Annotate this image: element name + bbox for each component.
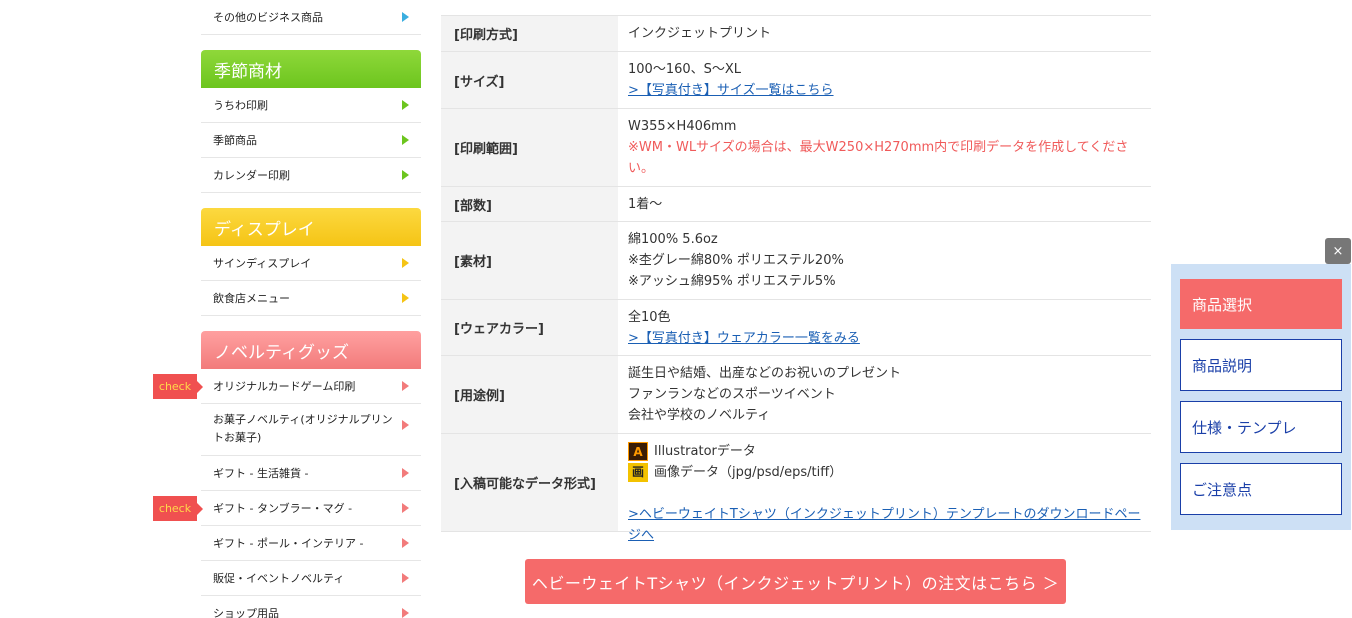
spec-label: [印刷範囲] bbox=[441, 109, 618, 186]
chevron-right-icon bbox=[402, 420, 409, 430]
spec-label: [サイズ] bbox=[441, 52, 618, 108]
sidebar-item-event-novelty[interactable]: 販促・イベントノベルティ bbox=[201, 561, 421, 596]
spec-row-quantity: [部数] 1着〜 bbox=[441, 187, 1151, 222]
spec-line: 綿100% 5.6oz bbox=[628, 232, 718, 247]
spec-label: [入稿可能なデータ形式] bbox=[441, 434, 618, 531]
sidebar-item-label: その他のビジネス商品 bbox=[213, 11, 323, 24]
sidebar-item-label: 販促・イベントノベルティ bbox=[213, 572, 345, 585]
sidebar-item-restaurant-menu[interactable]: 飲食店メニュー bbox=[201, 281, 421, 316]
sidebar-item-label: ギフト - ポール・インテリア - bbox=[213, 537, 364, 550]
sidebar: その他のビジネス商品 季節商材 うちわ印刷 季節商品 カレンダー印刷 ディスプレ… bbox=[153, 0, 421, 618]
sidebar-item-uchiwa[interactable]: うちわ印刷 bbox=[201, 88, 421, 123]
section-heading-seasonal: 季節商材 bbox=[201, 50, 421, 88]
sidebar-item-seasonal-goods[interactable]: 季節商品 bbox=[201, 123, 421, 158]
floating-nav: 商品選択 商品説明 仕様・テンプレ ご注意点 bbox=[1171, 264, 1351, 530]
sidebar-item-gift-tumbler[interactable]: check ギフト - タンブラー・マグ - bbox=[153, 491, 421, 526]
section-heading-novelty: ノベルティグッズ bbox=[201, 331, 421, 369]
chevron-right-icon bbox=[402, 573, 409, 583]
spec-line: ※杢グレー綿80% ポリエステル20% bbox=[628, 253, 844, 268]
template-download-link[interactable]: >ヘビーウェイトTシャツ（インクジェットプリント）テンプレートのダウンロードペー… bbox=[628, 507, 1140, 543]
close-icon[interactable]: × bbox=[1325, 238, 1351, 264]
spec-row-size: [サイズ] 100〜160、S〜XL >【写真付き】サイズ一覧はこちら bbox=[441, 52, 1151, 109]
sidebar-item-label: サインディスプレイ bbox=[213, 257, 312, 270]
sidebar-item-label: ショップ用品 bbox=[213, 607, 279, 618]
spec-line: ※アッシュ綿95% ポリエステル5% bbox=[628, 274, 836, 289]
spec-row-print-method: [印刷方式] インクジェットプリント bbox=[441, 16, 1151, 52]
chevron-right-icon bbox=[402, 503, 409, 513]
spec-row-material: [素材] 綿100% 5.6oz ※杢グレー綿80% ポリエステル20% ※アッ… bbox=[441, 222, 1151, 300]
sidebar-item-label: カレンダー印刷 bbox=[213, 169, 290, 182]
spec-note: ※WM・WLサイズの場合は、最大W250×H270mm内で印刷データを作成してく… bbox=[628, 140, 1129, 176]
sidebar-item-calendar[interactable]: カレンダー印刷 bbox=[201, 158, 421, 193]
order-button[interactable]: ヘビーウェイトTシャツ（インクジェットプリント）の注文はこちら ＞ bbox=[525, 559, 1066, 604]
sidebar-item-label: 季節商品 bbox=[213, 134, 257, 147]
sidebar-item-card-game[interactable]: check オリジナルカードゲーム印刷 bbox=[153, 369, 421, 404]
sidebar-item-gift-interior[interactable]: ギフト - ポール・インテリア - bbox=[201, 526, 421, 561]
nav-notes[interactable]: ご注意点 bbox=[1180, 463, 1342, 515]
spec-line: 誕生日や結婚、出産などのお祝いのプレゼント bbox=[628, 366, 902, 381]
spec-row-print-area: [印刷範囲] W355×H406mm ※WM・WLサイズの場合は、最大W250×… bbox=[441, 109, 1151, 187]
section-heading-display: ディスプレイ bbox=[201, 208, 421, 246]
sidebar-item-other-business[interactable]: その他のビジネス商品 bbox=[201, 0, 421, 35]
format-image: 画像データ（jpg/psd/eps/tiff） bbox=[654, 465, 843, 480]
sidebar-item-sweets-novelty[interactable]: お菓子ノベルティ(オリジナルプリントお菓子) bbox=[201, 404, 421, 456]
sidebar-item-label: ギフト - タンブラー・マグ - bbox=[213, 502, 353, 515]
chevron-right-icon bbox=[402, 100, 409, 110]
spec-row-formats: [入稿可能なデータ形式] A Illustratorデータ 画画像データ（jpg/… bbox=[441, 434, 1151, 543]
spec-label: [用途例] bbox=[441, 356, 618, 433]
illustrator-icon: A bbox=[628, 442, 648, 461]
spec-label: [部数] bbox=[441, 187, 618, 221]
spec-row-usage: [用途例] 誕生日や結婚、出産などのお祝いのプレゼント ファンランなどのスポーツ… bbox=[441, 356, 1151, 434]
nav-spec-template[interactable]: 仕様・テンプレ bbox=[1180, 401, 1342, 453]
spec-value: 100〜160、S〜XL bbox=[628, 62, 742, 77]
chevron-right-icon bbox=[402, 293, 409, 303]
chevron-right-icon bbox=[402, 608, 409, 618]
chevron-right-icon bbox=[402, 170, 409, 180]
chevron-right-icon bbox=[402, 258, 409, 268]
color-list-link[interactable]: >【写真付き】ウェアカラー一覧をみる bbox=[628, 331, 860, 346]
sidebar-item-sign-display[interactable]: サインディスプレイ bbox=[201, 246, 421, 281]
spec-line: 会社や学校のノベルティ bbox=[628, 408, 771, 423]
sidebar-item-label: うちわ印刷 bbox=[213, 99, 268, 112]
size-list-link[interactable]: >【写真付き】サイズ一覧はこちら bbox=[628, 83, 834, 98]
chevron-right-icon bbox=[402, 468, 409, 478]
spec-line: ファンランなどのスポーツイベント bbox=[628, 387, 836, 402]
spec-row-color: [ウェアカラー] 全10色 >【写真付き】ウェアカラー一覧をみる bbox=[441, 300, 1151, 356]
spec-label: [ウェアカラー] bbox=[441, 300, 618, 355]
sidebar-item-label: ギフト - 生活雑貨 - bbox=[213, 467, 309, 480]
spec-label: [素材] bbox=[441, 222, 618, 299]
spec-value: 1着〜 bbox=[628, 197, 663, 212]
spec-table: [印刷方式] インクジェットプリント [サイズ] 100〜160、S〜XL >【… bbox=[441, 15, 1151, 543]
sidebar-item-label: 飲食店メニュー bbox=[213, 292, 290, 305]
chevron-right-icon bbox=[402, 538, 409, 548]
sidebar-item-label: お菓子ノベルティ(オリジナルプリントお菓子) bbox=[213, 413, 393, 444]
chevron-right-icon bbox=[402, 381, 409, 391]
spec-value: インクジェットプリント bbox=[628, 26, 772, 41]
sidebar-item-shop-goods[interactable]: ショップ用品 bbox=[201, 596, 421, 618]
check-badge: check bbox=[153, 374, 203, 399]
image-icon: 画 bbox=[628, 463, 648, 482]
format-illustrator: Illustratorデータ bbox=[654, 444, 756, 459]
spec-value: 全10色 bbox=[628, 310, 671, 325]
check-badge: check bbox=[153, 496, 203, 521]
nav-product-description[interactable]: 商品説明 bbox=[1180, 339, 1342, 391]
spec-label: [印刷方式] bbox=[441, 16, 618, 51]
chevron-right-icon bbox=[402, 12, 409, 22]
spec-value: W355×H406mm bbox=[628, 119, 737, 134]
sidebar-item-gift-daily[interactable]: ギフト - 生活雑貨 - bbox=[201, 456, 421, 491]
nav-product-select[interactable]: 商品選択 bbox=[1180, 279, 1342, 329]
sidebar-item-label: オリジナルカードゲーム印刷 bbox=[213, 380, 356, 393]
chevron-right-icon bbox=[402, 135, 409, 145]
